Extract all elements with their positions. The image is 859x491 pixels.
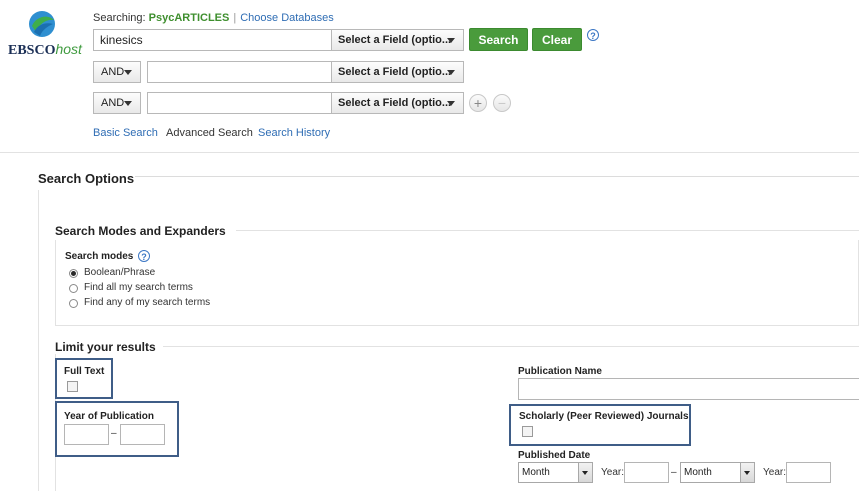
basic-search-link[interactable]: Basic Search xyxy=(93,127,158,139)
mode-label-all-terms: Find all my search terms xyxy=(84,282,193,293)
operator-select-2[interactable]: AND xyxy=(93,61,141,83)
chevron-down-icon xyxy=(447,101,455,106)
field-select-label: Select a Field (optio... xyxy=(338,34,452,46)
month-from-select[interactable]: Month xyxy=(518,462,593,483)
year-to-input[interactable] xyxy=(120,424,165,445)
mode-radio-all-terms[interactable] xyxy=(69,284,78,293)
searching-label: Searching: xyxy=(93,12,146,24)
search-input-3[interactable] xyxy=(147,92,332,114)
divider: | xyxy=(233,12,237,24)
ebsco-logo[interactable]: EBSCOhost xyxy=(8,10,82,60)
full-text-label: Full Text xyxy=(64,366,105,377)
chevron-down-icon xyxy=(740,463,754,482)
month-from-value: Month xyxy=(522,467,550,478)
logo-suffix-text: host xyxy=(55,41,82,57)
mode-radio-boolean[interactable] xyxy=(69,269,78,278)
limits-rule xyxy=(163,346,859,347)
operator-label: AND xyxy=(101,66,125,78)
operator-select-3[interactable]: AND xyxy=(93,92,141,114)
choose-databases-link[interactable]: Choose Databases xyxy=(240,12,334,24)
chevron-down-icon xyxy=(447,70,455,75)
search-modes-help-icon[interactable]: ? xyxy=(138,250,150,262)
published-date-label: Published Date xyxy=(518,450,591,461)
date-dash: – xyxy=(671,467,677,478)
field-select-2[interactable]: Select a Field (optio... xyxy=(331,61,464,83)
clear-button[interactable]: Clear xyxy=(532,28,582,51)
mode-label-any-terms: Find any of my search terms xyxy=(84,297,211,308)
search-button[interactable]: Search xyxy=(469,28,528,51)
chevron-down-icon xyxy=(447,38,455,43)
field-select-label: Select a Field (optio... xyxy=(338,66,452,78)
search-modes-label: Search modes xyxy=(65,251,134,262)
ebsco-logo-icon xyxy=(29,11,55,37)
remove-row-button[interactable]: − xyxy=(493,94,511,112)
options-rule xyxy=(135,176,859,177)
add-row-button[interactable]: + xyxy=(469,94,487,112)
month-to-select[interactable]: Month xyxy=(680,462,755,483)
field-select-label: Select a Field (optio... xyxy=(338,97,452,109)
year-publication-label: Year of Publication xyxy=(64,411,155,422)
modes-rule xyxy=(236,230,859,231)
searching-line: Searching: PsycARTICLES | Choose Databases xyxy=(93,12,334,24)
chevron-down-icon xyxy=(124,70,132,75)
publication-name-input[interactable] xyxy=(518,378,859,400)
mode-radio-any-terms[interactable] xyxy=(69,299,78,308)
operator-label: AND xyxy=(101,97,125,109)
chevron-down-icon xyxy=(124,101,132,106)
full-text-checkbox[interactable] xyxy=(67,381,78,392)
header-divider xyxy=(0,152,859,153)
date-year-from-input[interactable] xyxy=(624,462,669,483)
search-input-1[interactable]: kinesics xyxy=(93,29,332,51)
year-dash: – xyxy=(111,428,117,439)
database-name: PsycARTICLES xyxy=(148,12,230,24)
scholarly-label: Scholarly (Peer Reviewed) Journals xyxy=(519,411,689,422)
field-select-1[interactable]: Select a Field (optio... xyxy=(331,29,464,51)
search-input-2[interactable] xyxy=(147,61,332,83)
year-from-input[interactable] xyxy=(64,424,109,445)
advanced-search-link[interactable]: Advanced Search xyxy=(166,127,253,139)
date-year-to-input[interactable] xyxy=(786,462,831,483)
search-options-title: Search Options xyxy=(38,171,135,186)
chevron-down-icon xyxy=(578,463,592,482)
full-text-group xyxy=(55,358,113,399)
logo-main-text: EBSCO xyxy=(8,43,56,58)
modes-section-title: Search Modes and Expanders xyxy=(55,224,226,238)
scholarly-checkbox[interactable] xyxy=(522,426,533,437)
limits-title: Limit your results xyxy=(55,340,156,354)
year-to-label: Year: xyxy=(763,467,786,478)
month-to-value: Month xyxy=(684,467,712,478)
mode-label-boolean: Boolean/Phrase xyxy=(84,267,156,278)
search-history-link[interactable]: Search History xyxy=(258,127,330,139)
field-select-3[interactable]: Select a Field (optio... xyxy=(331,92,464,114)
year-from-label: Year: xyxy=(601,467,624,478)
publication-name-label: Publication Name xyxy=(518,366,602,377)
help-icon[interactable]: ? xyxy=(587,29,599,41)
